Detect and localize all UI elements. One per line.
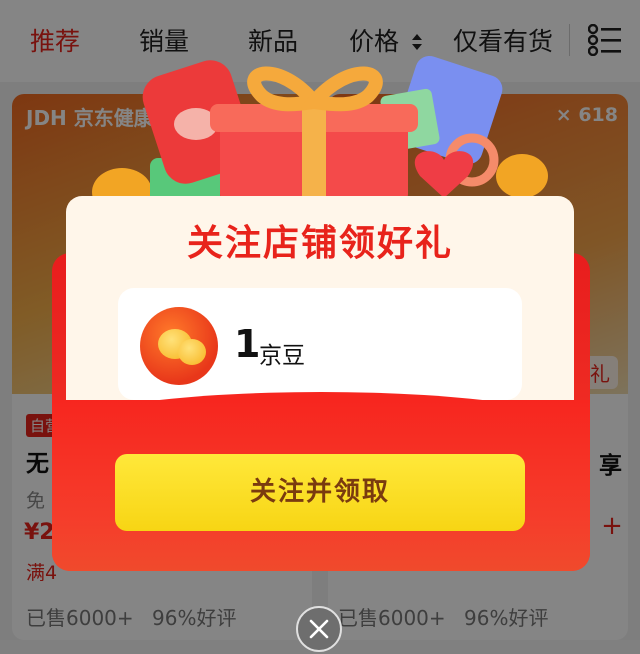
reward-quantity: 1 [234,322,261,366]
jd-bean-icon [140,307,218,385]
follow-and-claim-button[interactable]: 关注并领取 [115,454,525,531]
reward-unit: 京豆 [259,343,305,369]
popup-title: 关注店铺领好礼 [186,223,453,264]
follow-store-popup: 关注店铺领好礼 1 京豆 关注并领取 [0,0,640,652]
close-icon[interactable] [296,606,342,652]
